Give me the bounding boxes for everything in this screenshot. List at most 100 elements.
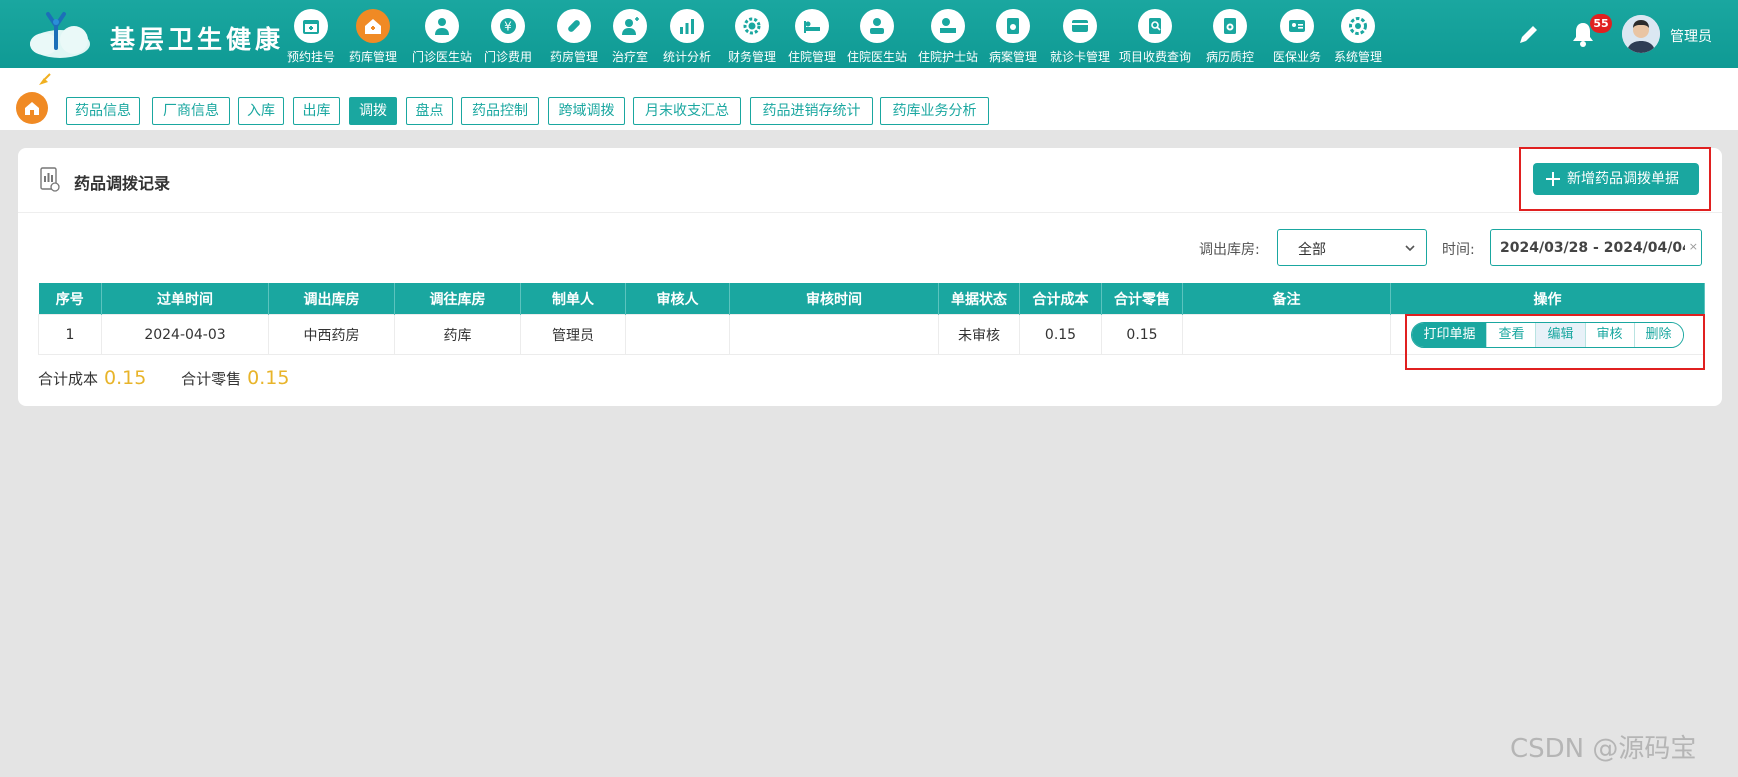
doctor-icon (425, 9, 459, 43)
cell-note (1182, 314, 1391, 355)
total-cost-value: 0.15 (104, 367, 147, 389)
nav-label: 系统管理 (1333, 50, 1382, 64)
cell-index: 1 (38, 314, 102, 355)
clean-icon[interactable] (36, 72, 52, 88)
table-row[interactable]: 1 2024-04-03 中西药房 药库 管理员 未审核 0.15 0.15 打… (38, 314, 1705, 355)
column-header: 过单时间 (101, 283, 269, 315)
tab-monthly-summary[interactable]: 月末收支汇总 (633, 97, 741, 125)
source-warehouse-value: 全部 (1298, 242, 1326, 258)
source-warehouse-select[interactable]: 全部 (1277, 229, 1427, 266)
top-bar: 基层卫生健康 预约挂号 药库管理 门诊医生站 ¥ 门诊费用 药房管理 治疗室 统… (0, 0, 1738, 68)
row-action-group: 打印单据 查看 编辑 审核 删除 (1411, 321, 1684, 348)
total-retail-label: 合计零售 (181, 370, 242, 388)
date-range-field[interactable]: × (1490, 229, 1702, 266)
tab-transfer[interactable]: 调拨 (349, 97, 397, 125)
pill-icon (557, 9, 591, 43)
tab-stock-out[interactable]: 出库 (293, 97, 340, 125)
doctor-desk-icon (860, 9, 894, 43)
cell-review-time (729, 314, 939, 355)
shield-doc-icon (1213, 9, 1247, 43)
home-icon (25, 102, 39, 115)
tab-business-analysis[interactable]: 药库业务分析 (880, 97, 989, 125)
clear-icon[interactable]: × (1689, 240, 1698, 253)
edit-button[interactable]: 编辑 (1535, 322, 1585, 347)
panel-title: 药品调拨记录 (74, 174, 171, 193)
nav-label: 项目收费查询 (1118, 50, 1191, 64)
document-chart-icon (40, 167, 60, 192)
delete-button[interactable]: 删除 (1633, 322, 1683, 347)
time-label: 时间: (1442, 242, 1475, 258)
cell-date: 2024-04-03 (101, 314, 269, 355)
transfer-records-panel: 药品调拨记录 新增药品调拨单据 调出库房: 全部 时间: × 序号 过单时间 调… (18, 147, 1722, 406)
plus-icon (1546, 172, 1560, 186)
review-button[interactable]: 审核 (1584, 322, 1634, 347)
cell-total-cost: 0.15 (1019, 314, 1102, 355)
module-tab-bar: 药品信息 厂商信息 入库 出库 调拨 盘点 药品控制 跨域调拨 月末收支汇总 药… (0, 68, 1738, 130)
nurse-icon (613, 9, 647, 43)
date-range-input[interactable] (1491, 230, 1687, 265)
transfer-table: 序号 过单时间 调出库房 调往库房 制单人 审核人 审核时间 单据状态 合计成本… (38, 283, 1705, 355)
add-transfer-button[interactable]: 新增药品调拨单据 (1533, 163, 1699, 195)
column-header: 合计零售 (1101, 283, 1183, 315)
svg-text:¥: ¥ (504, 20, 512, 34)
column-header: 调往库房 (394, 283, 521, 315)
watermark: CSDN @源码宝 (1510, 734, 1697, 764)
tab-stock-in[interactable]: 入库 (238, 97, 284, 125)
view-button[interactable]: 查看 (1486, 322, 1536, 347)
column-header: 制单人 (520, 283, 626, 315)
total-cost-label: 合计成本 (38, 370, 99, 388)
status-badge: 未审核 (938, 314, 1020, 355)
nav-item-fee-query[interactable]: 项目收费查询 (1118, 6, 1192, 66)
nav-label: 就诊卡管理 (1049, 50, 1110, 64)
tab-drug-info[interactable]: 药品信息 (66, 97, 140, 125)
column-header: 调出库房 (268, 283, 395, 315)
cell-from-warehouse: 中西药房 (268, 314, 395, 355)
yuan-icon: ¥ (491, 9, 525, 43)
cell-creator: 管理员 (520, 314, 626, 355)
home-button[interactable] (16, 92, 48, 124)
settings-icon (1341, 9, 1375, 43)
column-header: 备注 (1182, 283, 1391, 315)
source-warehouse-label: 调出库房: (1199, 242, 1260, 258)
nurse-bed-icon (931, 9, 965, 43)
total-retail-value: 0.15 (247, 367, 290, 389)
tab-stock-statistics[interactable]: 药品进销存统计 (750, 97, 873, 125)
record-icon (996, 9, 1030, 43)
app-title: 基层卫生健康 (110, 25, 285, 54)
tab-cross-domain-transfer[interactable]: 跨域调拨 (548, 97, 625, 125)
column-header: 审核人 (625, 283, 730, 315)
cell-actions: 打印单据 查看 编辑 审核 删除 (1390, 314, 1705, 355)
search-doc-icon (1138, 9, 1172, 43)
gear-coin-icon (735, 9, 769, 43)
totals-bar: 合计成本 0.15 合计零售 0.15 (38, 367, 319, 389)
nav-item-visit-card[interactable]: 就诊卡管理 (1043, 6, 1117, 66)
tab-drug-control[interactable]: 药品控制 (461, 97, 539, 125)
print-button[interactable]: 打印单据 (1412, 322, 1487, 347)
cell-total-retail: 0.15 (1101, 314, 1183, 355)
nav-item-system[interactable]: 系统管理 (1321, 6, 1395, 66)
column-header: 审核时间 (729, 283, 939, 315)
avatar[interactable] (1622, 15, 1660, 53)
table-header-row: 序号 过单时间 调出库房 调往库房 制单人 审核人 审核时间 单据状态 合计成本… (38, 283, 1705, 315)
column-header: 操作 (1390, 283, 1705, 315)
tab-inventory-count[interactable]: 盘点 (406, 97, 453, 125)
logo (30, 12, 90, 58)
column-header: 单据状态 (938, 283, 1020, 315)
bar-chart-icon (670, 9, 704, 43)
card-icon (1063, 9, 1097, 43)
chevron-down-icon (1405, 245, 1415, 252)
nav-item-inpatient-doctor[interactable]: 住院医生站 (840, 6, 914, 66)
add-transfer-label: 新增药品调拨单据 (1567, 171, 1679, 187)
id-card-icon (1280, 9, 1314, 43)
notification-badge: 55 (1590, 14, 1612, 33)
warehouse-icon (356, 9, 390, 43)
pencil-icon[interactable] (1515, 22, 1541, 48)
column-header: 序号 (38, 283, 102, 315)
cell-reviewer (625, 314, 730, 355)
column-header: 合计成本 (1019, 283, 1102, 315)
cell-to-warehouse: 药库 (394, 314, 521, 355)
user-name[interactable]: 管理员 (1670, 26, 1712, 46)
panel-header: 药品调拨记录 新增药品调拨单据 (18, 148, 1722, 213)
calendar-icon (294, 9, 328, 43)
tab-vendor-info[interactable]: 厂商信息 (152, 97, 230, 125)
